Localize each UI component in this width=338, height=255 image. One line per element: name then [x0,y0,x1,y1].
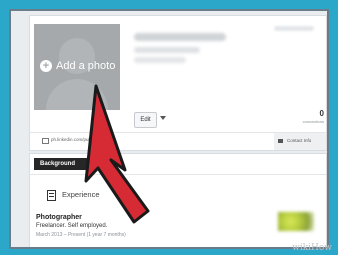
profile-headline-blurred [134,47,200,53]
profile-meta-blurred [274,26,314,31]
section-divider [30,174,326,175]
job-organization: Freelancer. Self employed. [36,223,108,229]
edit-profile-button[interactable]: Edit [134,112,157,128]
job-dates: March 2013 – Present (1 year 7 months) [36,232,126,238]
chevron-down-icon[interactable] [160,116,166,120]
contact-card-icon [278,139,283,143]
connections-label: connections [302,119,324,124]
background-section: Background Experience Photographer Freel… [29,153,327,247]
contact-info-label: Contact Info [287,138,312,143]
background-tab[interactable]: Background [34,158,88,170]
contact-info-button[interactable]: Contact Info [274,133,326,150]
connections-count: 0 [319,109,324,118]
watermark: wikiHow [292,243,332,253]
profile-location-blurred [134,57,186,63]
add-photo-label: Add a photo [56,60,116,72]
plus-icon: + [40,60,52,72]
briefcase-icon [47,190,56,201]
profile-card: + Add a photo Edit 0 connections ph.link… [29,15,327,151]
avatar-body-silhouette [46,79,108,110]
job-title[interactable]: Photographer [36,214,82,221]
browser-frame: + Add a photo Edit 0 connections ph.link… [9,9,329,249]
link-icon [42,138,49,144]
public-profile-url[interactable]: ph.linkedin.com/pub/ [51,137,92,142]
profile-photo-placeholder[interactable]: + Add a photo [34,24,120,110]
add-photo-button[interactable]: + Add a photo [40,60,115,72]
experience-heading: Experience [62,190,100,199]
organization-logo-blurred [278,212,314,231]
profile-name-blurred [134,33,226,41]
